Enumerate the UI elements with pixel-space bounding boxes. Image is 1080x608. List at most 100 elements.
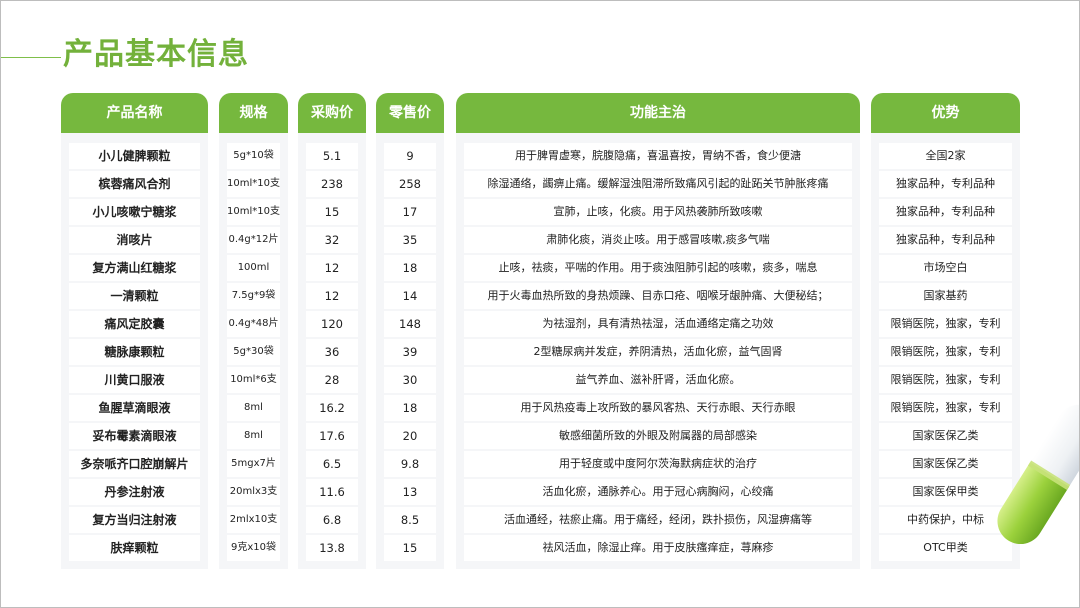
cell-buy: 15 — [306, 199, 358, 225]
product-name-cells: 小儿健脾颗粒 槟蓉痛风合剂 小儿咳嗽宁糖浆 消咳片 复方满山红糖浆 一清颗粒 痛风定胶囊 糖脉… — [69, 143, 200, 563]
cell-buy: 28 — [306, 367, 358, 393]
title-rule — [1, 57, 61, 58]
cell-sell: 9.8 — [384, 451, 436, 477]
cell-func: 除湿通络，蠲痹止痛。缓解湿浊阻滞所致痛风引起的趾跖关节肿胀疼痛 — [464, 171, 852, 197]
cell-adv: 国家医保甲类 — [879, 479, 1012, 505]
cell-func: 2型糖尿病并发症，养阴清热，活血化瘀，益气固肾 — [464, 339, 852, 365]
cell-sell: 39 — [384, 339, 436, 365]
cell-name: 鱼腥草滴眼液 — [69, 395, 200, 421]
cell-buy: 11.6 — [306, 479, 358, 505]
cell-adv: 市场空白 — [879, 255, 1012, 281]
cell-adv: 全国2家 — [879, 143, 1012, 169]
cell-spec: 0.4g*48片 — [227, 311, 280, 337]
cell-adv: 限销医院，独家，专利 — [879, 395, 1012, 421]
cell-sell: 18 — [384, 255, 436, 281]
column-purchase-price: 采购价 5.1 238 15 32 12 12 120 36 28 16.2 17.6 6.5 11.6… — [298, 93, 366, 569]
cell-spec: 10ml*6支 — [227, 367, 280, 393]
cell-adv: 独家品种，专利品种 — [879, 171, 1012, 197]
cell-spec: 8ml — [227, 395, 280, 421]
header-function: 功能主治 — [456, 93, 860, 133]
cell-sell: 14 — [384, 283, 436, 309]
cell-func: 肃肺化痰，消炎止咳。用于感冒咳嗽,痰多气喘 — [464, 227, 852, 253]
cell-buy: 36 — [306, 339, 358, 365]
cell-buy: 13.8 — [306, 535, 358, 561]
cell-name: 复方当归注射液 — [69, 507, 200, 533]
cell-sell: 13 — [384, 479, 436, 505]
cell-spec: 10ml*10支 — [227, 199, 280, 225]
cell-spec: 8ml — [227, 423, 280, 449]
cell-spec: 20mlx3支 — [227, 479, 280, 505]
purchase-price-cells: 5.1 238 15 32 12 12 120 36 28 16.2 17.6 6.5 11.6 6.8 1… — [306, 143, 358, 563]
cell-sell: 8.5 — [384, 507, 436, 533]
cell-func: 祛风活血，除湿止痒。用于皮肤瘙痒症，荨麻疹 — [464, 535, 852, 561]
cell-spec: 0.4g*12片 — [227, 227, 280, 253]
cell-buy: 120 — [306, 311, 358, 337]
cell-sell: 258 — [384, 171, 436, 197]
cell-func: 用于轻度或中度阿尔茨海默病症状的治疗 — [464, 451, 852, 477]
cell-func: 宣肺，止咳，化痰。用于风热袭肺所致咳嗽 — [464, 199, 852, 225]
cell-func: 用于火毒血热所致的身热烦躁、目赤口疮、咽喉牙龈肿痛、大便秘结； — [464, 283, 852, 309]
cell-spec: 5g*10袋 — [227, 143, 280, 169]
cell-sell: 15 — [384, 535, 436, 561]
cell-adv: 限销医院，独家，专利 — [879, 339, 1012, 365]
cell-adv: OTC甲类 — [879, 535, 1012, 561]
cell-spec: 5g*30袋 — [227, 339, 280, 365]
cell-buy: 32 — [306, 227, 358, 253]
cell-spec: 10ml*10支 — [227, 171, 280, 197]
cell-spec: 9克x10袋 — [227, 535, 280, 561]
cell-sell: 35 — [384, 227, 436, 253]
cell-name: 肤痒颗粒 — [69, 535, 200, 561]
cell-name: 丹参注射液 — [69, 479, 200, 505]
cell-name: 消咳片 — [69, 227, 200, 253]
cell-buy: 6.8 — [306, 507, 358, 533]
cell-sell: 148 — [384, 311, 436, 337]
function-cells: 用于脾胃虚寒，脘腹隐痛，喜温喜按，胃纳不香，食少便溏 除湿通络，蠲痹止痛。缓解湿浊… — [464, 143, 852, 563]
cell-name: 痛风定胶囊 — [69, 311, 200, 337]
cell-spec: 2mlx10支 — [227, 507, 280, 533]
cell-func: 止咳，祛痰，平喘的作用。用于痰浊阻肺引起的咳嗽，痰多，喘息 — [464, 255, 852, 281]
cell-func: 活血通经，祛瘀止痛。用于痛经，经闭，跌扑损伤，风湿痹痛等 — [464, 507, 852, 533]
cell-buy: 12 — [306, 283, 358, 309]
cell-adv: 独家品种，专利品种 — [879, 227, 1012, 253]
header-retail-price: 零售价 — [376, 93, 444, 133]
cell-adv: 国家基药 — [879, 283, 1012, 309]
cell-buy: 238 — [306, 171, 358, 197]
cell-name: 复方满山红糖浆 — [69, 255, 200, 281]
cell-sell: 18 — [384, 395, 436, 421]
cell-buy: 12 — [306, 255, 358, 281]
cell-name: 小儿健脾颗粒 — [69, 143, 200, 169]
cell-sell: 17 — [384, 199, 436, 225]
column-advantage: 优势 全国2家 独家品种，专利品种 独家品种，专利品种 独家品种，专利品种 市场空白 国家… — [871, 93, 1020, 569]
spec-cells: 5g*10袋 10ml*10支 10ml*10支 0.4g*12片 100ml 7.5g*… — [227, 143, 280, 563]
cell-buy: 6.5 — [306, 451, 358, 477]
cell-func: 益气养血、滋补肝肾，活血化瘀。 — [464, 367, 852, 393]
cell-adv: 限销医院，独家，专利 — [879, 311, 1012, 337]
column-function: 功能主治 用于脾胃虚寒，脘腹隐痛，喜温喜按，胃纳不香，食少便溏 除湿通络，蠲痹止痛… — [456, 93, 860, 569]
cell-spec: 7.5g*9袋 — [227, 283, 280, 309]
cell-func: 用于风热疫毒上攻所致的暴风客热、天行赤眼、天行赤眼 — [464, 395, 852, 421]
cell-name: 妥布霉素滴眼液 — [69, 423, 200, 449]
cell-name: 多奈哌齐口腔崩解片 — [69, 451, 200, 477]
cell-func: 敏感细菌所致的外眼及附属器的局部感染 — [464, 423, 852, 449]
cell-adv: 国家医保乙类 — [879, 423, 1012, 449]
retail-price-cells: 9 258 17 35 18 14 148 39 30 18 20 9.8 13 8.5 15 — [384, 143, 436, 563]
column-product-name: 产品名称 小儿健脾颗粒 槟蓉痛风合剂 小儿咳嗽宁糖浆 消咳片 复方满山红糖浆 一清颗粒 痛风… — [61, 93, 208, 569]
header-purchase-price: 采购价 — [298, 93, 366, 133]
cell-adv: 独家品种，专利品种 — [879, 199, 1012, 225]
cell-sell: 9 — [384, 143, 436, 169]
cell-sell: 30 — [384, 367, 436, 393]
header-advantage: 优势 — [871, 93, 1020, 133]
cell-name: 槟蓉痛风合剂 — [69, 171, 200, 197]
cell-sell: 20 — [384, 423, 436, 449]
cell-func: 为祛湿剂，具有清热祛湿，活血通络定痛之功效 — [464, 311, 852, 337]
cell-buy: 17.6 — [306, 423, 358, 449]
cell-name: 糖脉康颗粒 — [69, 339, 200, 365]
advantage-cells: 全国2家 独家品种，专利品种 独家品种，专利品种 独家品种，专利品种 市场空白 国家基药限… — [879, 143, 1012, 563]
cell-name: 小儿咳嗽宁糖浆 — [69, 199, 200, 225]
column-retail-price: 零售价 9 258 17 35 18 14 148 39 30 18 20 9.8 13 8.5 15 — [376, 93, 444, 569]
slide: 产品基本信息 产品名称 小儿健脾颗粒 槟蓉痛风合剂 小儿咳嗽宁糖浆 消咳片 复方满山红糖… — [0, 0, 1080, 608]
cell-adv: 国家医保乙类 — [879, 451, 1012, 477]
cell-spec: 100ml — [227, 255, 280, 281]
cell-func: 用于脾胃虚寒，脘腹隐痛，喜温喜按，胃纳不香，食少便溏 — [464, 143, 852, 169]
cell-func: 活血化瘀，通脉养心。用于冠心病胸闷，心绞痛 — [464, 479, 852, 505]
